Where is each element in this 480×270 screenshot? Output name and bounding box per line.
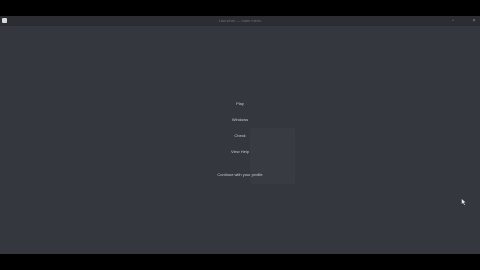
app-window: Launcher — main menu ▫ × Play Windows Ch… bbox=[0, 16, 480, 254]
menu-item-windows[interactable]: Windows bbox=[140, 117, 340, 123]
menu-item-view-help[interactable]: View Help bbox=[140, 149, 340, 155]
menu-item-check[interactable]: Check bbox=[140, 133, 340, 139]
menu-item-play[interactable]: Play bbox=[140, 101, 340, 107]
mouse-pointer-icon bbox=[461, 198, 467, 206]
desktop-screen: Launcher — main menu ▫ × Play Windows Ch… bbox=[0, 0, 480, 270]
main-menu: Play Windows Check View Help Continue wi… bbox=[0, 16, 480, 254]
menu-item-continue-profile[interactable]: Continue with your profile bbox=[140, 172, 340, 178]
